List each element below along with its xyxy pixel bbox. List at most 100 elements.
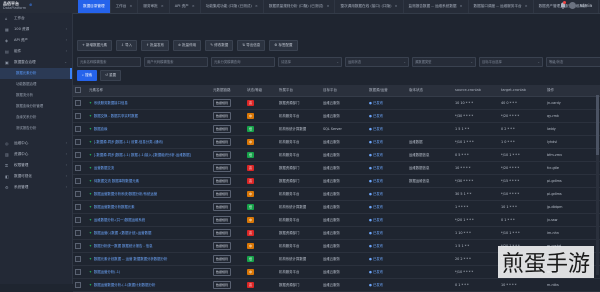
table-row[interactable]: ✦ 运营数据交流 数据规则高数据资源部门 运维云服务 ● 已发布 运维数据信息 10 * *… — [73, 162, 600, 175]
element-name-link[interactable]: ✦ 数据运营数据分析系统/数据分析/系统运营 — [87, 188, 211, 200]
close-icon[interactable]: × — [161, 4, 164, 8]
element-name-link[interactable]: ✦ [-数据源-同步]数据-(-1) 数据-(-1)接入-[数据组织分析-运维数据… — [87, 149, 211, 161]
close-icon[interactable]: × — [255, 4, 258, 8]
element-name-link[interactable]: ✦ 系统服务数据接口信息 — [87, 97, 211, 109]
favorite-icon[interactable]: ✦ — [89, 192, 92, 196]
sidebar-item-lower-4[interactable]: ⚙ 系统管理 › — [0, 182, 72, 193]
tab-2[interactable]: 服务审批 × — [138, 0, 170, 13]
sidebar-item-items-0[interactable]: ⌂ 工作台 — [0, 13, 72, 24]
close-icon[interactable]: × — [395, 4, 398, 8]
favorite-icon[interactable]: ✦ — [89, 270, 92, 274]
sidebar-item-lower-0[interactable]: ◎ 运维中心 › — [0, 138, 72, 149]
element-name-link[interactable]: ✦ 数据运营数据分析-(-1)数据计划数据分析 — [87, 279, 211, 291]
link-badge[interactable]: 数据规则 — [213, 203, 232, 211]
favorite-icon[interactable]: ✦ — [89, 127, 92, 131]
close-icon[interactable]: × — [326, 4, 329, 8]
element-name-link[interactable]: ✦ 待数据交流 数据事物数据元素 — [87, 175, 211, 187]
tab-6[interactable]: 整次调用数据在线 (接口) (口隐) × — [335, 0, 404, 13]
sidebar-item-items-3[interactable]: ▤ 组件 › — [0, 46, 72, 57]
link-badge[interactable]: 数据规则 — [213, 242, 232, 250]
link-badge[interactable]: 数据规则 — [213, 112, 232, 120]
favorite-icon[interactable]: ✦ — [89, 244, 92, 248]
avatar[interactable] — [569, 2, 576, 9]
sidebar-subitem-2[interactable]: 数据流分析 — [0, 90, 72, 101]
sidebar-subitem-5[interactable]: 测试报告分析 — [0, 123, 72, 134]
favorite-icon[interactable]: ✦ — [89, 179, 92, 183]
row-checkbox[interactable] — [75, 178, 81, 184]
close-icon[interactable]: × — [460, 4, 463, 8]
element-name-link[interactable]: ✦ 数据分析统一数据 数据统计报告 - 信息 — [87, 240, 211, 252]
search-button[interactable]: ⌕ 搜索 — [77, 70, 98, 81]
link-badge[interactable]: 数据规则 — [213, 177, 232, 185]
sidebar-subitem-0[interactable]: 数据元素分析 — [0, 68, 72, 79]
element-name-link[interactable]: ✦ 运维数据分析-(共一)数据运维系统 — [87, 214, 211, 226]
row-checkbox[interactable] — [75, 256, 81, 262]
table-row[interactable]: ✦ 运维数据分析-(共一)数据运维系统 数据规则中机构服务平台 运维云服务 ● 已发布 *… — [73, 214, 600, 227]
element-name-link[interactable]: ✦ 数据运营分析(-1) — [87, 266, 211, 278]
row-checkbox[interactable] — [75, 139, 81, 145]
table-row[interactable]: ✦ 数据运营(-)数据 -(数据计划)-运营数据 数据规则高数据资源部门 运维云服务 ●… — [73, 227, 600, 240]
sidebar-item-lower-1[interactable]: ▥ 资源中心 › — [0, 149, 72, 160]
row-checkbox[interactable] — [75, 191, 81, 197]
notification-bell-icon[interactable] — [560, 1, 566, 9]
row-checkbox[interactable] — [75, 165, 81, 171]
row-checkbox[interactable] — [75, 126, 81, 132]
link-badge[interactable]: 数据规则 — [213, 99, 232, 107]
favorite-icon[interactable]: ✦ — [89, 257, 92, 261]
vertical-scrollbar[interactable] — [596, 85, 599, 275]
table-row[interactable]: ✦ [-数据源-同步]数据-(-1) 设置-信息分类-(通讯) 数据规则中机构服务平… — [73, 136, 600, 149]
favorite-icon[interactable]: ✦ — [89, 205, 92, 209]
sidebar-item-items-1[interactable]: ▦ 100 资源 › — [0, 24, 72, 35]
toolbar-button-3[interactable]: ⊘ 批量停用 — [173, 40, 202, 51]
tab-0[interactable]: 数据目录管理 — [78, 0, 111, 13]
toolbar-button-6[interactable]: ⚙ 标签配置 — [269, 40, 298, 51]
element-name-link[interactable]: ✦ 数据交换 - 数据共享实时数据 — [87, 110, 211, 122]
sidebar-item-lower-2[interactable]: ⚿ 权限管理 › — [0, 160, 72, 171]
tab-1[interactable]: 工作台 × — [111, 0, 139, 13]
link-badge[interactable]: 数据规则 — [213, 164, 232, 172]
sidebar-item-lower-3[interactable]: ◧ 数据可视化 › — [0, 171, 72, 182]
link-badge[interactable]: 数据规则 — [213, 216, 232, 224]
close-icon[interactable]: × — [192, 4, 195, 8]
table-row[interactable]: ✦ [-数据源-同步]数据-(-1) 数据-(-1)接入-[数据组织分析-运维数据… — [73, 149, 600, 162]
link-badge[interactable]: 数据规则 — [213, 281, 232, 289]
sidebar-item-items-4[interactable]: ▣ 数据整合治理 ⌄ — [0, 57, 72, 68]
favorite-icon[interactable]: ✦ — [89, 140, 92, 144]
row-checkbox[interactable] — [75, 230, 81, 236]
filter-input-0[interactable]: 元素名称模糊搜索 — [77, 57, 141, 67]
table-row[interactable]: ✦ 数据运营数据分析数据元素 数据规则低机构系统计算数据 运维云服务 ● 已发布 1 * … — [73, 201, 600, 214]
sidebar-subitem-1[interactable]: 功能数据治理 — [0, 79, 72, 90]
favorite-icon[interactable]: ✦ — [89, 166, 92, 170]
tab-7[interactable]: 监测报告数据 -- 运维系统数据 × — [404, 0, 469, 13]
filter-input-4[interactable]: 运用状态 ⌄ — [345, 57, 409, 67]
row-checkbox[interactable] — [75, 282, 81, 288]
app-logo[interactable]: 品佰平台 ⊕ DataPlatform — [3, 1, 47, 12]
element-name-link[interactable]: ✦ 数据运营数据分析数据元素 — [87, 201, 211, 213]
table-row[interactable]: ✦ 数据血缘 数据规则低机构系统计算数据 SQL Server ● 已发布 1 5 1 *… — [73, 123, 600, 136]
user-name[interactable]: admin — [579, 3, 592, 8]
element-name-link[interactable]: ✦ 数据血缘 — [87, 123, 211, 135]
filter-input-3[interactable]: 请选择 ⌄ — [278, 57, 342, 67]
filter-input-7[interactable]: 等级/状态⌄ — [546, 57, 600, 67]
table-row[interactable]: ✦ 待数据交流 数据事物数据元素 数据规则高数据资源部门 运维云服务 ● 已发布 数据运维… — [73, 175, 600, 188]
favorite-icon[interactable]: ✦ — [89, 153, 92, 157]
row-checkbox[interactable] — [75, 204, 81, 210]
filter-input-5[interactable]: 源数据类型 ⌄ — [412, 57, 476, 67]
tab-5[interactable]: 数据质量规则分析 (口隐) (已测试) × — [264, 0, 336, 13]
favorite-icon[interactable]: ✦ — [89, 231, 92, 235]
close-icon[interactable]: × — [525, 4, 528, 8]
link-badge[interactable]: 数据规则 — [213, 125, 232, 133]
row-checkbox[interactable] — [75, 100, 81, 106]
table-row[interactable]: ✦ 系统服务数据接口信息 数据规则高数据资源部门 运维云服务 ● 已发布 10 10 * … — [73, 97, 600, 110]
toolbar-button-2[interactable]: ⇪ 批量发布 — [141, 40, 170, 51]
element-name-link[interactable]: ✦ 运营数据交流 — [87, 162, 211, 174]
filter-input-1[interactable]: 用户代码模糊搜索 — [144, 57, 208, 67]
table-row[interactable]: ✦ 数据运营数据分析-(-1)数据计划数据分析 数据规则 高 数据资源部门 运维云服务 ● … — [73, 279, 600, 292]
scrollbar-thumb[interactable] — [596, 95, 599, 155]
link-badge[interactable]: 数据规则 — [213, 268, 232, 276]
link-badge[interactable]: 数据规则 — [213, 190, 232, 198]
table-row[interactable]: ✦ 数据交换 - 数据共享实时数据 数据规则中机构服务平台 运维云服务 ● 已发布 */3… — [73, 110, 600, 123]
link-badge[interactable]: 数据规则 — [213, 151, 232, 159]
sidebar-subitem-3[interactable]: 数据血缘分析管理 — [0, 101, 72, 112]
tab-4[interactable]: 功能集成功能 (口隐 (已测试) × — [201, 0, 264, 13]
